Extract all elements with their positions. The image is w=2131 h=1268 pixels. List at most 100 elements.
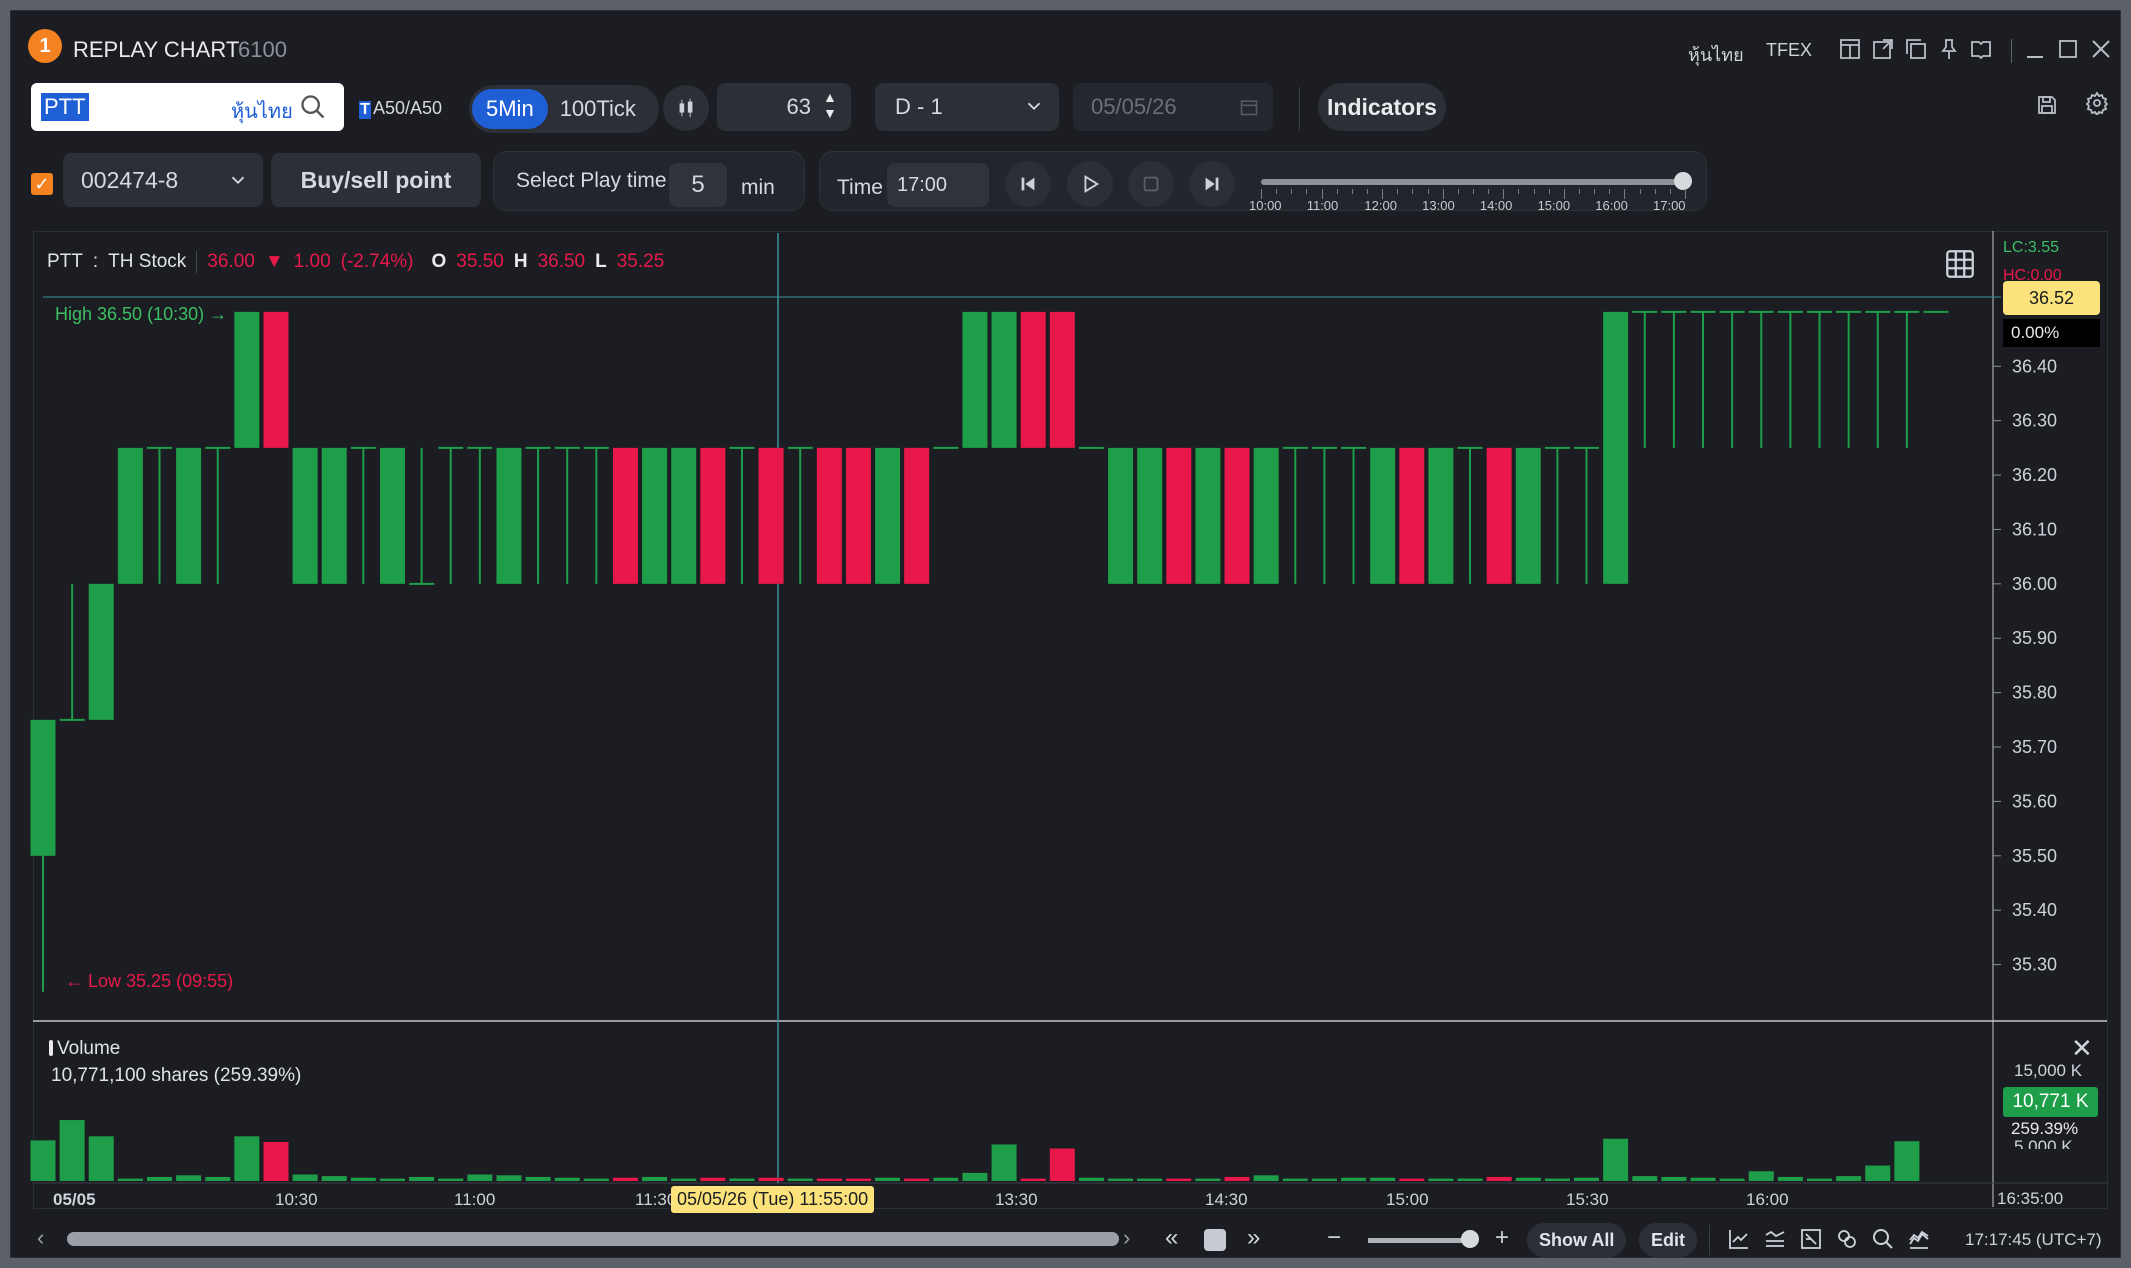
info-separator xyxy=(196,251,198,273)
volume-bar xyxy=(1748,1171,1774,1181)
percent-marker: 0.00% xyxy=(2003,319,2100,347)
volume-bar xyxy=(88,1136,114,1181)
volume-bar xyxy=(1457,1178,1483,1181)
volume-bar xyxy=(379,1178,405,1181)
show-all-button[interactable]: Show All xyxy=(1527,1223,1627,1257)
candle-body xyxy=(1137,447,1163,584)
volume-badge: 10,771 K xyxy=(2003,1087,2098,1117)
info-high: 36.50 xyxy=(537,251,586,272)
volume-bar xyxy=(409,1176,435,1181)
chart-scrollbar[interactable] xyxy=(67,1232,1119,1246)
volume-bar xyxy=(845,1178,871,1181)
x-axis-label: 15:00 xyxy=(1386,1190,1429,1209)
volume-bar xyxy=(117,1178,143,1181)
compare-icon[interactable] xyxy=(1727,1227,1751,1251)
volume-bar xyxy=(1894,1141,1920,1181)
volume-bar xyxy=(1719,1178,1745,1181)
volume-bar xyxy=(758,1177,784,1181)
candle-body xyxy=(1486,447,1512,584)
volume-bar xyxy=(525,1176,551,1181)
volume-title: Volume xyxy=(48,1038,121,1059)
candle-body xyxy=(292,447,318,584)
zoom-slider-handle[interactable] xyxy=(1461,1230,1479,1248)
info-colon: : xyxy=(92,251,99,272)
volume-bar xyxy=(554,1177,580,1181)
volume-bar xyxy=(146,1176,172,1181)
candle-body xyxy=(1428,447,1454,584)
candle-body xyxy=(1603,311,1629,584)
volume-bar xyxy=(991,1144,1017,1181)
template-icon[interactable] xyxy=(1835,1227,1859,1251)
candle-body xyxy=(758,447,784,584)
candle-body xyxy=(1049,311,1075,448)
candlestick-chart: 36.40 36.30 36.20 36.10 36.00 35.90 35.80 35.70… xyxy=(30,231,2107,1207)
volume-bar xyxy=(1690,1177,1716,1181)
volume-bar xyxy=(1108,1178,1134,1181)
volume-line: 10,771,100 shares (259.39%) xyxy=(51,1065,302,1086)
candle-body xyxy=(1166,447,1192,584)
search-icon[interactable] xyxy=(1871,1227,1895,1251)
x-axis-label: 05/05 xyxy=(53,1190,96,1209)
price-tick-label: 35.80 xyxy=(2012,683,2057,703)
candle-body xyxy=(962,311,988,448)
volume-pct: 259.39% xyxy=(2011,1119,2079,1138)
scroll-right-icon[interactable]: › xyxy=(1123,1225,1130,1251)
price-tick-label: 35.90 xyxy=(2012,628,2057,648)
edit-button[interactable]: Edit xyxy=(1639,1223,1697,1257)
candle-body xyxy=(379,447,405,584)
grid-icon[interactable] xyxy=(1943,247,1977,281)
zoom-in-button[interactable]: + xyxy=(1495,1224,1509,1252)
zoom-slider-track[interactable] xyxy=(1368,1238,1470,1243)
volume-bar xyxy=(467,1174,493,1181)
volume-close-icon[interactable]: ✕ xyxy=(2071,1033,2093,1064)
candle-body xyxy=(263,311,289,448)
candle-body xyxy=(1253,447,1279,584)
info-low: 35.25 xyxy=(616,251,665,272)
volume-bar xyxy=(1282,1178,1308,1181)
volume-bar xyxy=(1370,1177,1396,1181)
x-axis-label: 14:30 xyxy=(1205,1190,1248,1209)
prev-page-button[interactable]: « xyxy=(1165,1224,1178,1252)
next-page-button[interactable]: » xyxy=(1247,1224,1260,1252)
zoom-out-button[interactable]: − xyxy=(1327,1224,1341,1252)
indicator-icon[interactable] xyxy=(1763,1227,1787,1251)
volume-bar xyxy=(1486,1176,1512,1181)
volume-bar xyxy=(1428,1178,1454,1181)
info-symbol: PTT xyxy=(47,251,83,272)
candle-body xyxy=(496,447,522,584)
candle-body xyxy=(1020,311,1046,448)
volume-bar xyxy=(205,1176,231,1181)
info-pct: (-2.74%) xyxy=(340,251,414,272)
candle-body xyxy=(845,447,871,584)
volume-bar xyxy=(642,1176,668,1181)
stop-square-button[interactable] xyxy=(1204,1229,1226,1251)
info-l-label: L xyxy=(595,251,607,272)
volume-bar xyxy=(176,1175,202,1181)
candle-body xyxy=(1108,447,1134,584)
volume-bar xyxy=(438,1178,464,1181)
volume-bar xyxy=(816,1178,842,1181)
scroll-left-icon[interactable]: ‹ xyxy=(37,1225,44,1251)
volume-bar xyxy=(1311,1178,1337,1181)
price-tick-label: 35.50 xyxy=(2012,846,2057,866)
candle-body xyxy=(1515,447,1541,584)
volume-bar xyxy=(962,1172,988,1181)
info-last: 36.00 xyxy=(207,251,255,272)
candle-body xyxy=(117,447,143,584)
volume-bar xyxy=(1661,1176,1687,1181)
candle-body xyxy=(1224,447,1250,584)
volume-bar xyxy=(904,1178,930,1181)
volume-bar xyxy=(1777,1176,1803,1181)
x-axis-right-label: 16:35:00 xyxy=(1997,1189,2064,1208)
volume-bar xyxy=(729,1178,755,1181)
candle-body xyxy=(671,447,697,584)
x-axis-label: 11:00 xyxy=(454,1190,496,1209)
candle-body xyxy=(904,447,930,584)
volume-bar xyxy=(583,1178,609,1181)
bottom-separator xyxy=(1709,1225,1710,1255)
candle-body xyxy=(176,447,202,584)
chart-style-icon[interactable] xyxy=(1907,1227,1931,1251)
drawing-icon[interactable] xyxy=(1799,1227,1823,1251)
candle-body xyxy=(612,447,638,584)
crosshair-time-tooltip: 05/05/26 (Tue) 11:55:00 xyxy=(671,1186,875,1213)
